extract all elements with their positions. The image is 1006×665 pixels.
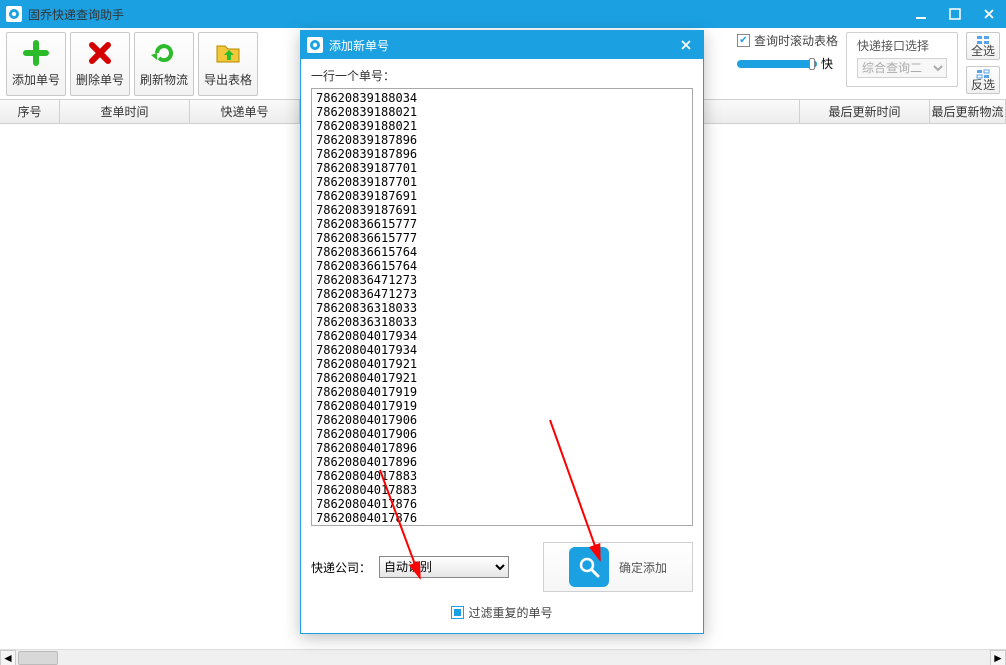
filter-duplicate-row: 过滤重复的单号 (311, 604, 693, 621)
dialog-app-icon (307, 37, 323, 53)
plus-icon (22, 39, 50, 67)
selection-buttons: 全选 反选 (966, 32, 1000, 94)
refresh-icon (150, 39, 178, 67)
slider-track (737, 60, 817, 68)
x-icon (86, 39, 114, 67)
export-button[interactable]: 导出表格 (198, 32, 258, 96)
maximize-button[interactable] (938, 0, 972, 28)
close-button[interactable] (972, 0, 1006, 28)
toolbar-right: ✔ 查询时滚动表格 快 快递接口选择 综合查询二 全选 (737, 32, 1000, 94)
delete-number-label: 删除单号 (76, 71, 124, 88)
dialog-title: 添加新单号 (329, 37, 669, 54)
filter-duplicate-label: 过滤重复的单号 (468, 604, 552, 621)
dialog-hint: 一行一个单号： (311, 67, 693, 84)
export-label: 导出表格 (204, 71, 252, 88)
app-title: 固乔快递查询助手 (28, 6, 904, 23)
col-last-update-logi[interactable]: 最后更新物流 (930, 100, 1006, 123)
window-controls (904, 0, 1006, 28)
tracking-numbers-textarea[interactable]: 78620839188034 78620839188021 7862083918… (311, 88, 693, 526)
search-express-icon (569, 547, 609, 587)
courier-select[interactable]: 自动识别 (379, 556, 509, 578)
select-all-label: 全选 (971, 45, 995, 57)
refresh-label: 刷新物流 (140, 71, 188, 88)
dialog-body: 一行一个单号： 78620839188034 78620839188021 78… (301, 59, 703, 633)
app-icon (6, 6, 22, 22)
interface-group-title: 快递接口选择 (857, 37, 947, 54)
filter-duplicate-checkbox[interactable]: 过滤重复的单号 (451, 604, 552, 621)
confirm-add-label: 确定添加 (619, 559, 667, 576)
speed-fast-label: 快 (821, 55, 833, 72)
speed-slider[interactable]: 快 (737, 55, 833, 72)
folder-icon (214, 39, 242, 67)
confirm-add-button[interactable]: 确定添加 (543, 542, 693, 592)
horizontal-scrollbar[interactable]: ◄ ► (0, 649, 1006, 665)
dialog-window-controls (669, 31, 703, 59)
delete-number-button[interactable]: 删除单号 (70, 32, 130, 96)
scroll-on-query-checkbox[interactable]: ✔ 查询时滚动表格 (737, 32, 838, 49)
col-last-update-time[interactable]: 最后更新时间 (800, 100, 930, 123)
titlebar: 固乔快递查询助手 (0, 0, 1006, 28)
scroll-thumb[interactable] (18, 651, 58, 665)
scroll-left-arrow[interactable]: ◄ (0, 650, 16, 665)
add-number-dialog: 添加新单号 一行一个单号： 78620839188034 78620839188… (300, 30, 704, 634)
add-number-label: 添加单号 (12, 71, 60, 88)
scroll-on-query-label: 查询时滚动表格 (754, 32, 838, 49)
interface-group: 快递接口选择 综合查询二 (846, 32, 958, 87)
refresh-button[interactable]: 刷新物流 (134, 32, 194, 96)
dialog-close-button[interactable] (669, 31, 703, 59)
dialog-row2: 快递公司： 自动识别 确定添加 (311, 542, 693, 592)
col-query-time[interactable]: 查单时间 (60, 100, 190, 123)
scroll-right-arrow[interactable]: ► (990, 650, 1006, 665)
interface-select[interactable]: 综合查询二 (857, 58, 947, 78)
invert-selection-button[interactable]: 反选 (966, 66, 1000, 94)
scroll-check-group: ✔ 查询时滚动表格 快 (737, 32, 838, 72)
courier-label: 快递公司： (311, 559, 371, 576)
add-number-button[interactable]: 添加单号 (6, 32, 66, 96)
col-seq[interactable]: 序号 (0, 100, 60, 123)
invert-selection-label: 反选 (971, 79, 995, 91)
dialog-titlebar: 添加新单号 (301, 31, 703, 59)
minimize-button[interactable] (904, 0, 938, 28)
col-tracking-no[interactable]: 快递单号 (190, 100, 300, 123)
slider-thumb[interactable] (809, 58, 815, 70)
select-all-button[interactable]: 全选 (966, 32, 1000, 60)
